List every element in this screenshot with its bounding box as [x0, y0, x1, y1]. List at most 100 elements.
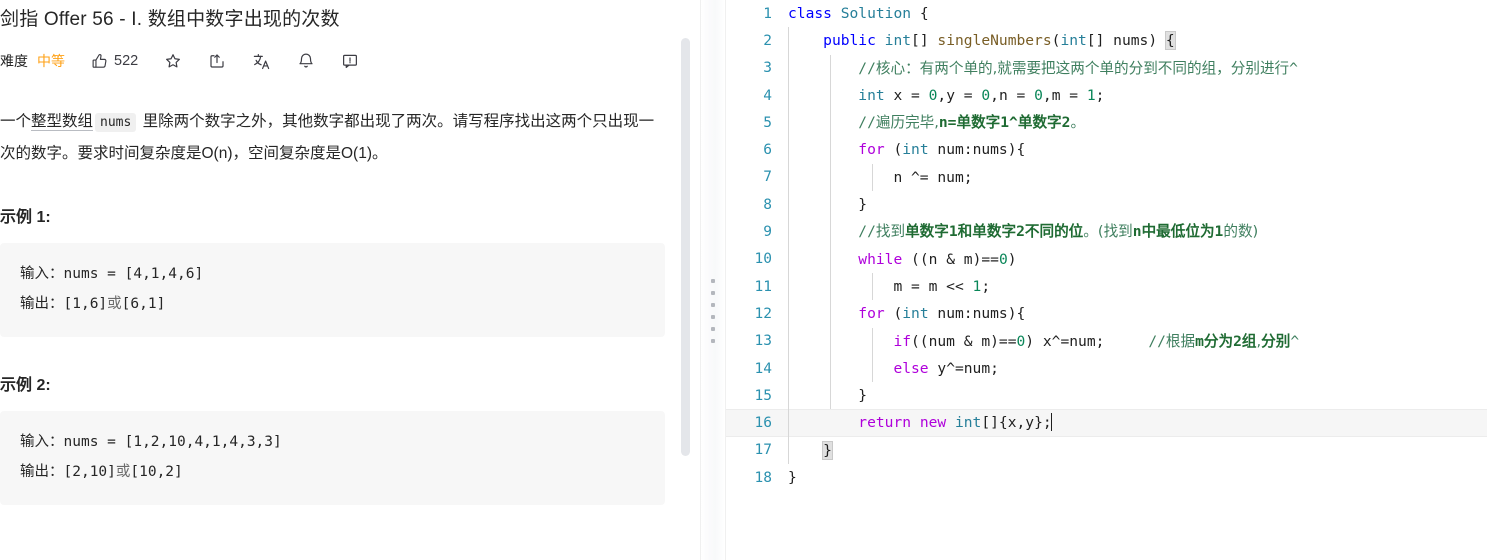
description-scrollbar-thumb[interactable] [681, 38, 690, 456]
line-content[interactable]: for (int num:nums){ [788, 136, 1487, 164]
line-number: 8 [763, 196, 772, 213]
translate-icon [252, 52, 271, 71]
line-number: 15 [754, 387, 772, 404]
line-content[interactable]: public int[] singleNumbers(int[] nums) { [788, 27, 1487, 55]
example-2-heading: 示例 2: [0, 377, 51, 394]
desc-underlined-term[interactable]: 整型数组 [31, 113, 94, 131]
example-1-output-line: 输出：[1,6]或[6,1] [20, 289, 645, 319]
example-2-output-label: 输出： [20, 464, 64, 480]
like-button[interactable]: 522 [91, 53, 138, 70]
page-title: 剑指 Offer 56 - I. 数组中数字出现的次数 [0, 9, 340, 30]
line-content[interactable]: } [788, 436, 1487, 465]
line-number: 6 [763, 142, 772, 159]
line-number: 10 [754, 251, 772, 268]
example-1-output-a: [1,6] [63, 296, 108, 312]
code-line[interactable]: 7 n ^= num; [726, 163, 1487, 192]
code-line[interactable]: 8 } [726, 191, 1487, 219]
line-content[interactable]: int x = 0,y = 0,n = 0,m = 1; [788, 81, 1487, 110]
translate-button[interactable] [252, 52, 271, 71]
like-count: 522 [114, 52, 139, 69]
code-line[interactable]: 4 int x = 0,y = 0,n = 0,m = 1; [726, 81, 1487, 110]
line-number: 4 [763, 87, 772, 104]
example-1-output-label: 输出： [20, 296, 64, 312]
problem-description-panel: 剑指 Offer 56 - I. 数组中数字出现的次数 难度 中等 522 一个… [0, 0, 700, 560]
line-content[interactable]: //核心：有两个单的,就需要把这两个单的分到不同的组，分别进行^ [788, 54, 1487, 82]
example-2-box: 输入：nums = [1,2,10,4,1,4,3,3] 输出：[2,10]或[… [0, 411, 665, 505]
line-content[interactable]: if((num & m)==0) x^=num; //根据m分为2组,分别^ [788, 327, 1487, 355]
desc-part-1: 一个 [0, 113, 32, 130]
example-2-or: 或 [115, 464, 131, 480]
notification-button[interactable] [297, 52, 315, 70]
code-line[interactable]: 3 //核心：有两个单的,就需要把这两个单的分到不同的组，分别进行^ [726, 54, 1487, 82]
star-icon [164, 52, 182, 70]
code-line[interactable]: 10 while ((n & m)==0) [726, 245, 1487, 273]
line-content[interactable]: for (int num:nums){ [788, 300, 1487, 328]
code-line[interactable]: 2 public int[] singleNumbers(int[] nums)… [726, 27, 1487, 55]
line-number: 1 [763, 5, 772, 22]
line-content[interactable]: //找到单数字1和单数字2不同的位。(找到n中最低位为1的数) [788, 218, 1487, 246]
line-number: 3 [763, 60, 772, 77]
example-1-input-line: 输入：nums = [4,1,4,6] [20, 259, 645, 289]
line-content[interactable]: m = m << 1; [788, 272, 1487, 301]
line-content[interactable]: } [788, 191, 1487, 219]
code-line[interactable]: 15 } [726, 382, 1487, 410]
description-scrollbar[interactable] [681, 0, 690, 560]
code-line[interactable]: 6 for (int num:nums){ [726, 136, 1487, 164]
line-number: 5 [763, 114, 772, 131]
difficulty-label: 难度 [0, 53, 28, 69]
code-line[interactable]: 18 } [726, 464, 1487, 491]
panel-splitter[interactable] [700, 0, 726, 560]
bell-icon [297, 52, 315, 70]
code-line[interactable]: 1 class Solution { [726, 0, 1487, 27]
code-line[interactable]: 5 //遍历完毕,n=单数字1^单数字2。 [726, 109, 1487, 137]
code-line[interactable]: 17 } [726, 436, 1487, 465]
example-2-output-b: [10,2] [130, 464, 183, 480]
code-line[interactable]: 9 //找到单数字1和单数字2不同的位。(找到n中最低位为1的数) [726, 218, 1487, 246]
line-content[interactable]: while ((n & m)==0) [788, 245, 1487, 273]
line-number: 12 [754, 305, 772, 322]
example-2-output-a: [2,10] [63, 464, 116, 480]
text-caret [1050, 413, 1052, 432]
example-2-input-line: 输入：nums = [1,2,10,4,1,4,3,3] [20, 427, 645, 457]
example-2-input-value: nums = [1,2,10,4,1,4,3,3] [63, 434, 282, 450]
line-number: 2 [763, 32, 772, 49]
line-number: 7 [763, 169, 772, 186]
line-content[interactable]: } [788, 382, 1487, 410]
line-number: 13 [754, 333, 772, 350]
code-line[interactable]: 13 if((num & m)==0) x^=num; //根据m分为2组,分别… [726, 327, 1487, 355]
problem-workspace: 剑指 Offer 56 - I. 数组中数字出现的次数 难度 中等 522 一个… [0, 0, 1487, 560]
problem-description: 一个整型数组 nums 里除两个数字之外，其他数字都出现了两次。请写程序找出这两个… [0, 106, 660, 169]
favorite-button[interactable] [164, 52, 182, 70]
line-content[interactable]: class Solution { [788, 0, 1487, 27]
line-number: 18 [754, 469, 772, 486]
code-editor[interactable]: 1 class Solution { 2 public int[] single… [726, 0, 1487, 560]
example-1-heading: 示例 1: [0, 209, 51, 226]
difficulty-value[interactable]: 中等 [37, 51, 65, 71]
code-line[interactable]: 14 else y^=num; [726, 354, 1487, 383]
example-1-box: 输入：nums = [4,1,4,6] 输出：[1,6]或[6,1] [0, 243, 665, 337]
report-icon [341, 52, 359, 70]
example-2-output-line: 输出：[2,10]或[10,2] [20, 457, 645, 487]
report-button[interactable] [341, 52, 359, 70]
example-1-or: 或 [107, 296, 122, 312]
problem-meta-row: 难度 中等 522 [0, 44, 664, 78]
line-content[interactable]: n ^= num; [788, 163, 1487, 192]
line-number: 9 [763, 224, 772, 241]
line-content[interactable]: //遍历完毕,n=单数字1^单数字2。 [788, 109, 1487, 137]
share-button[interactable] [208, 52, 226, 70]
line-number: 11 [754, 278, 772, 295]
line-content[interactable]: else y^=num; [788, 354, 1487, 383]
code-line-active[interactable]: 16 return new int[]{x,y}; [726, 409, 1487, 437]
line-number: 16 [754, 415, 772, 432]
thumbs-up-icon [91, 53, 108, 70]
line-number: 14 [754, 360, 772, 377]
code-line[interactable]: 11 m = m << 1; [726, 272, 1487, 301]
line-content[interactable]: } [788, 464, 1487, 491]
example-1-output-b: [6,1] [121, 296, 166, 312]
inline-code-nums: nums [95, 113, 137, 132]
example-1-input-value: nums = [4,1,4,6] [63, 266, 204, 282]
line-content[interactable]: return new int[]{x,y}; [788, 409, 1487, 437]
example-2-input-label: 输入： [20, 434, 64, 450]
share-icon [208, 52, 226, 70]
code-line[interactable]: 12 for (int num:nums){ [726, 300, 1487, 328]
